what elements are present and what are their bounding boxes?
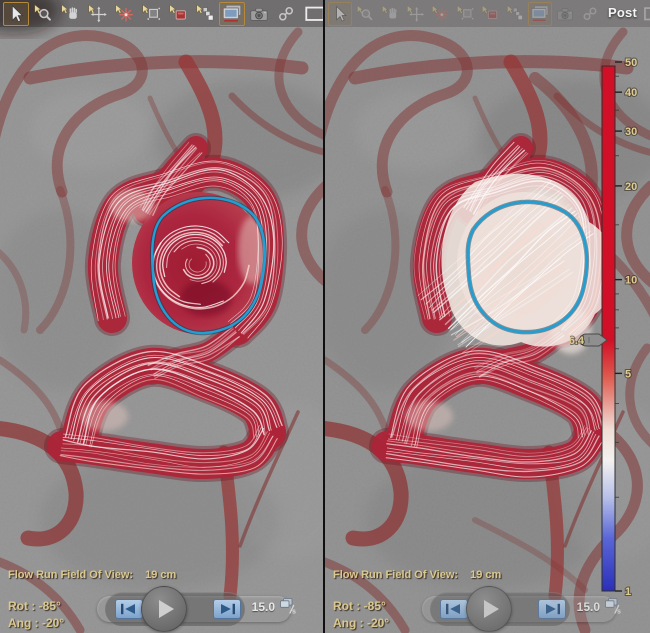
resize-tool-icon xyxy=(193,3,217,25)
angiogram-image-pre[interactable] xyxy=(0,0,323,633)
velocity-colorbar[interactable]: 50 40 30 20 10 5 1 6.4 xyxy=(570,56,650,633)
zoom-tool[interactable] xyxy=(353,2,377,26)
link-tool-icon xyxy=(274,3,298,25)
pointer-tool[interactable] xyxy=(328,2,352,26)
fullscreen-toggle[interactable] xyxy=(302,2,323,26)
probe-tool-icon xyxy=(454,3,476,25)
fullscreen-icon xyxy=(642,3,650,25)
resize-tool[interactable] xyxy=(192,2,218,26)
link-tool-icon xyxy=(579,3,601,25)
clip-tool[interactable] xyxy=(428,2,452,26)
play-button[interactable] xyxy=(141,586,187,632)
rotate-tool[interactable] xyxy=(403,2,427,26)
step-back-icon xyxy=(120,603,138,615)
fov-value: 19 cm xyxy=(145,569,176,581)
link-tool[interactable] xyxy=(273,2,299,26)
link-tool[interactable] xyxy=(578,2,602,26)
clip-tool-icon xyxy=(112,3,136,25)
colorbar-ticks xyxy=(615,62,622,591)
play-icon xyxy=(484,600,499,618)
display-tool-icon xyxy=(220,3,244,25)
probe-tool[interactable] xyxy=(138,2,164,26)
resize-tool-icon xyxy=(504,3,526,25)
angulation-readout: Ang : -20° xyxy=(333,616,389,630)
step-forward-icon xyxy=(218,603,236,615)
fov-label: Flow Run Field Of View: xyxy=(8,569,133,581)
fps-value[interactable]: 15.0 xyxy=(237,600,275,614)
step-forward-icon xyxy=(543,603,561,615)
rotation-readout: Rot : -85° xyxy=(333,599,386,613)
pan-tool[interactable] xyxy=(378,2,402,26)
toolbar-right: Post xyxy=(328,2,650,26)
colorbar-tick-label: 10 xyxy=(625,275,637,287)
fullscreen-icon xyxy=(303,3,323,25)
colorbar-tick-label: 50 xyxy=(625,57,637,69)
play-button[interactable] xyxy=(466,586,512,632)
colorbar-tick-label: 20 xyxy=(625,181,637,193)
pan-tool-icon xyxy=(58,3,82,25)
display-tool[interactable] xyxy=(528,2,552,26)
fov-readout: Flow Run Field Of View:19 cm xyxy=(333,569,501,581)
probe-tool-icon xyxy=(139,3,163,25)
rotate-tool[interactable] xyxy=(84,2,110,26)
zoom-tool[interactable] xyxy=(30,2,56,26)
rotation-readout: Rot : -85° xyxy=(8,599,61,613)
angulation-readout: Ang : -20° xyxy=(8,616,64,630)
frames-per-second-icon: s xyxy=(604,598,622,614)
camera-tool-icon xyxy=(247,3,271,25)
capture-region-tool[interactable] xyxy=(165,2,191,26)
colorbar-tick-label: 5 xyxy=(625,368,631,380)
colorbar-tick-label: 1 xyxy=(625,586,631,598)
rotate-tool-icon xyxy=(85,3,109,25)
colorbar-slider-value: 6.4 xyxy=(570,335,585,347)
capture-region-tool-icon xyxy=(479,3,501,25)
capture-region-tool-icon xyxy=(166,3,190,25)
fullscreen-toggle[interactable] xyxy=(641,2,650,26)
zoom-tool-icon xyxy=(31,3,55,25)
viewport-pre[interactable]: Flow Run Field Of View:19 cm Rot : -85° … xyxy=(0,0,323,633)
resize-tool[interactable] xyxy=(503,2,527,26)
zoom-tool-icon xyxy=(354,3,376,25)
panel-divider xyxy=(323,0,325,633)
clip-tool[interactable] xyxy=(111,2,137,26)
pointer-tool-icon xyxy=(329,3,351,25)
display-tool[interactable] xyxy=(219,2,245,26)
clip-tool-icon xyxy=(429,3,451,25)
svg-text:s: s xyxy=(617,608,621,614)
pointer-tool[interactable] xyxy=(3,2,29,26)
step-back-icon xyxy=(445,603,463,615)
play-icon xyxy=(159,600,174,618)
flow-analysis-window: Flow Run Field Of View:19 cm Rot : -85° … xyxy=(0,0,650,633)
pan-tool-icon xyxy=(379,3,401,25)
camera-tool[interactable] xyxy=(553,2,577,26)
probe-tool[interactable] xyxy=(453,2,477,26)
rotate-tool-icon xyxy=(404,3,426,25)
fov-readout: Flow Run Field Of View: 19 cm xyxy=(8,569,176,581)
fps-value[interactable]: 15.0 xyxy=(562,600,600,614)
playback-controls: 15.0 s xyxy=(422,585,620,633)
pan-tool[interactable] xyxy=(57,2,83,26)
camera-tool[interactable] xyxy=(246,2,272,26)
colorbar-tick-label: 30 xyxy=(625,126,637,138)
pointer-tool-icon xyxy=(4,3,28,25)
colorbar-tick-label: 40 xyxy=(625,87,637,99)
step-back-button[interactable] xyxy=(115,599,143,619)
svg-text:s: s xyxy=(292,608,296,614)
playback-controls: 15.0 s xyxy=(97,585,295,633)
frames-per-second-icon: s xyxy=(279,598,297,614)
capture-region-tool[interactable] xyxy=(478,2,502,26)
step-back-button[interactable] xyxy=(440,599,468,619)
camera-tool-icon xyxy=(554,3,576,25)
toolbar-left xyxy=(3,2,323,26)
display-tool-icon xyxy=(529,3,551,25)
post-mode-label: Post xyxy=(608,5,637,20)
colorbar-track[interactable] xyxy=(602,66,615,591)
